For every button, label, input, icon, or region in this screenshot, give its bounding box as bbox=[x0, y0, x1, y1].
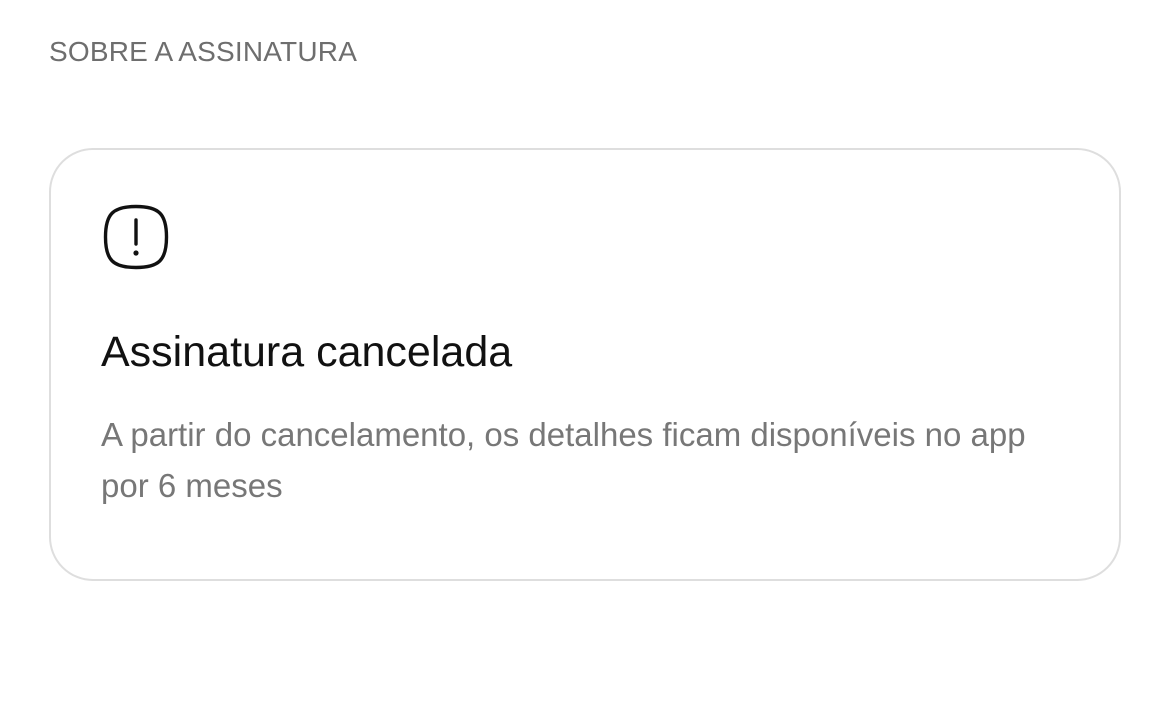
card-description: A partir do cancelamento, os detalhes fi… bbox=[101, 416, 1026, 504]
card-title: Assinatura cancelada bbox=[101, 328, 513, 376]
alert-circle-icon bbox=[102, 203, 170, 271]
subscription-status-card: Assinatura cancelada A partir do cancela… bbox=[49, 148, 1121, 581]
section-header: SOBRE A ASSINATURA bbox=[49, 36, 358, 67]
